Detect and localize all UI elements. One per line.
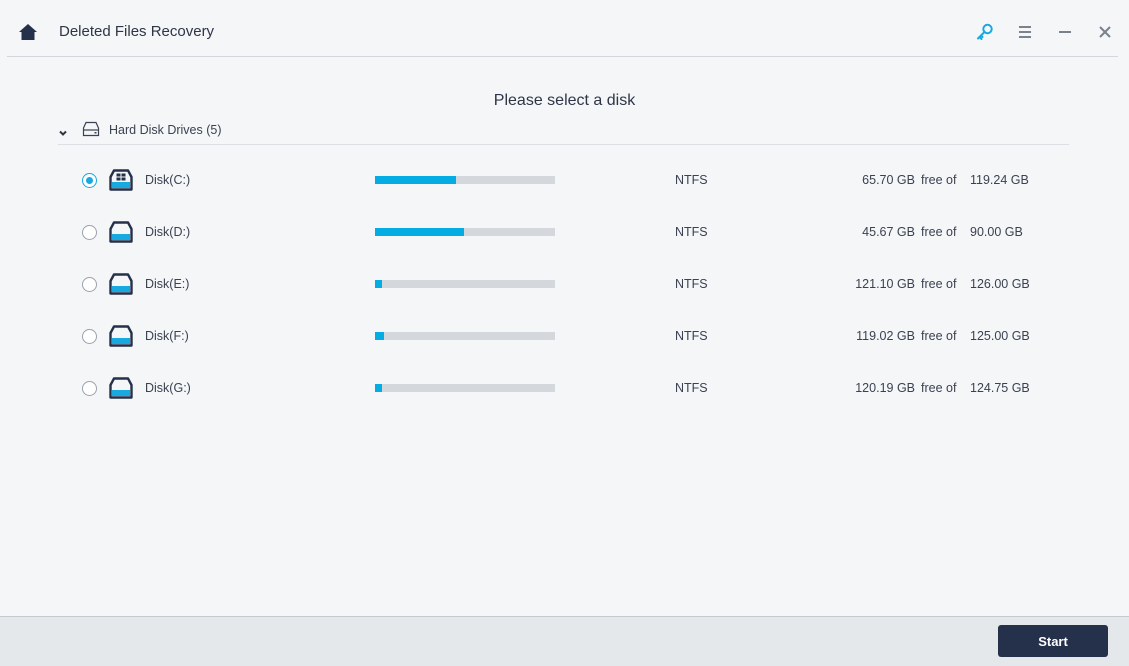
- disk-row[interactable]: Disk(F:) NTFS 119.02 GB free of 125.00 GB: [58, 316, 1069, 368]
- disk-total-space: 90.00 GB: [970, 225, 1023, 239]
- disk-usage-bar: [375, 332, 555, 340]
- disk-usage-fill: [375, 176, 456, 184]
- disk-usage-bar: [375, 384, 555, 392]
- disk-usage-bar: [375, 280, 555, 288]
- free-of-label: free of: [921, 225, 957, 239]
- disk-group-header[interactable]: Hard Disk Drives (5): [58, 120, 1069, 145]
- disk-name: Disk(E:): [145, 277, 190, 291]
- disk-usage-bar: [375, 228, 555, 236]
- chevron-down-icon[interactable]: [58, 125, 68, 136]
- page-heading: Please select a disk: [493, 92, 636, 109]
- disk-name: Disk(G:): [145, 381, 191, 395]
- disk-row[interactable]: Disk(C:) NTFS 65.70 GB free of 119.24 GB: [58, 160, 1069, 212]
- disk-name: Disk(C:): [145, 173, 191, 187]
- system-disk-icon: [108, 168, 134, 192]
- free-of-label: free of: [921, 329, 957, 343]
- disk-filesystem: NTFS: [675, 381, 708, 395]
- footer-bar: Start: [0, 616, 1129, 666]
- disk-radio[interactable]: [82, 173, 97, 188]
- disk-icon: [108, 220, 134, 244]
- disk-name: Disk(D:): [145, 225, 191, 239]
- disk-filesystem: NTFS: [675, 173, 708, 187]
- disk-radio[interactable]: [82, 329, 97, 344]
- disk-row[interactable]: Disk(E:) NTFS 121.10 GB free of 126.00 GB: [58, 264, 1069, 316]
- disk-usage-fill: [375, 332, 384, 340]
- disk-usage-bar: [375, 176, 555, 184]
- start-button[interactable]: Start: [998, 625, 1108, 657]
- disk-radio[interactable]: [82, 381, 97, 396]
- disk-free-space: 120.19 GB: [855, 381, 915, 395]
- disk-radio[interactable]: [82, 225, 97, 240]
- minimize-icon[interactable]: [1055, 22, 1075, 42]
- disk-name: Disk(F:): [145, 329, 189, 343]
- disk-row[interactable]: Disk(G:) NTFS 120.19 GB free of 124.75 GB: [58, 368, 1069, 420]
- hamburger-menu-icon[interactable]: [1015, 22, 1035, 42]
- disk-total-space: 126.00 GB: [970, 277, 1030, 291]
- disk-filesystem: NTFS: [675, 277, 708, 291]
- disk-usage-fill: [375, 384, 382, 392]
- disk-free-space: 121.10 GB: [855, 277, 915, 291]
- disk-radio[interactable]: [82, 277, 97, 292]
- disk-icon: [108, 376, 134, 400]
- disk-usage-fill: [375, 280, 383, 288]
- free-of-label: free of: [921, 277, 957, 291]
- disk-total-space: 124.75 GB: [970, 381, 1030, 395]
- disk-row[interactable]: Disk(D:) NTFS 45.67 GB free of 90.00 GB: [58, 212, 1069, 264]
- title-divider: [7, 56, 1118, 57]
- key-icon[interactable]: [975, 22, 995, 42]
- disk-free-space: 65.70 GB: [862, 173, 915, 187]
- free-of-label: free of: [921, 173, 957, 187]
- disk-free-space: 119.02 GB: [856, 329, 915, 343]
- close-icon[interactable]: [1095, 22, 1115, 42]
- disk-icon: [108, 272, 134, 296]
- disk-filesystem: NTFS: [675, 329, 708, 343]
- free-of-label: free of: [921, 381, 957, 395]
- hard-disk-icon: [82, 121, 100, 137]
- disk-free-space: 45.67 GB: [862, 225, 915, 239]
- window-title: Deleted Files Recovery: [59, 23, 215, 40]
- disk-filesystem: NTFS: [675, 225, 708, 239]
- disk-total-space: 125.00 GB: [970, 329, 1030, 343]
- disk-total-space: 119.24 GB: [970, 173, 1029, 187]
- disk-usage-fill: [375, 228, 464, 236]
- disk-icon: [108, 324, 134, 348]
- title-bar: Deleted Files Recovery: [0, 0, 1129, 57]
- home-icon[interactable]: [18, 23, 38, 41]
- disk-group-label: Hard Disk Drives (5): [109, 123, 222, 137]
